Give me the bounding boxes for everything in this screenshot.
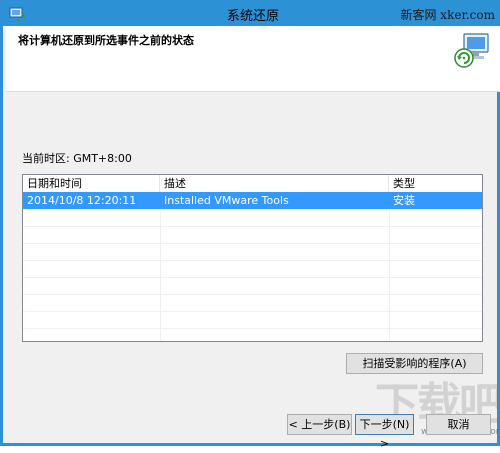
back-button[interactable]: < 上一步(B) (287, 414, 352, 435)
next-button[interactable]: 下一步(N) > (355, 414, 414, 450)
system-restore-icon (454, 30, 494, 70)
wizard-header: 将计算机还原到所选事件之前的状态 (6, 26, 500, 92)
grid-row-line (23, 243, 482, 244)
table-row[interactable]: 2014/10/8 12:20:11 Installed VMware Tool… (23, 192, 482, 209)
grid-row-line (23, 294, 482, 295)
system-restore-window: 系统还原 新客网 xker.com 将计算机还原到所选事件之前的状态 当前时区:… (0, 0, 500, 450)
site-watermark: 新客网 xker.com (400, 8, 495, 22)
timezone-label: 当前时区: GMT+8:00 (22, 152, 132, 165)
restore-point-description: Installed VMware Tools (164, 194, 289, 207)
grid-row-line (23, 260, 482, 261)
page-title: 将计算机还原到所选事件之前的状态 (18, 34, 194, 47)
grid-row-line (23, 209, 482, 210)
cancel-button[interactable]: 取消 (426, 414, 491, 435)
restore-point-date: 2014/10/8 12:20:11 (27, 194, 137, 207)
scan-affected-programs-button[interactable]: 扫描受影响的程序(A) (346, 353, 483, 374)
grid-row-line (23, 277, 482, 278)
restore-points-list[interactable]: 日期和时间 描述 类型 2014/10/8 12:20:11 Installed… (22, 174, 483, 342)
column-header-date[interactable]: 日期和时间 (23, 175, 160, 192)
grid-row-line (23, 311, 482, 312)
column-header-description[interactable]: 描述 (160, 175, 389, 192)
grid-row-line (23, 226, 482, 227)
column-header-type[interactable]: 类型 (389, 175, 482, 192)
grid-divider (389, 192, 390, 341)
list-header: 日期和时间 描述 类型 (23, 175, 482, 193)
title-bar: 系统还原 新客网 xker.com (3, 0, 500, 26)
grid-row-line (23, 328, 482, 329)
grid-divider (160, 192, 161, 341)
restore-point-type: 安装 (393, 194, 415, 207)
